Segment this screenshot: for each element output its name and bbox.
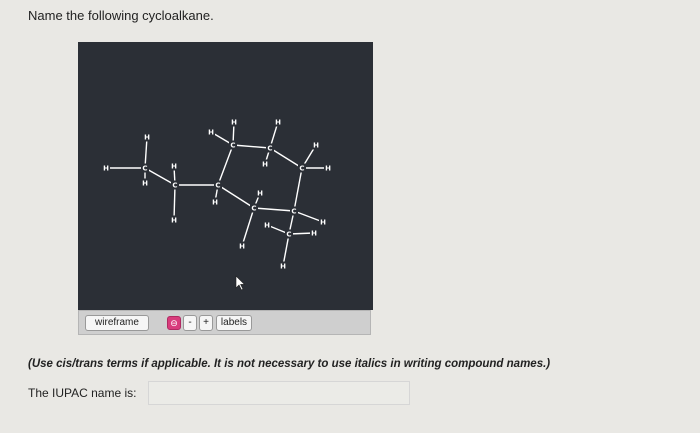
iupac-name-input[interactable]	[148, 381, 410, 405]
atom-h3a: H	[212, 199, 218, 207]
atom-h9b: H	[239, 243, 245, 251]
bond-c6-c7	[293, 167, 303, 212]
atom-h8c: H	[280, 263, 286, 271]
viewer-toolbar: wireframe ⊖ - + labels	[78, 310, 371, 335]
bond-c3-c4	[217, 144, 234, 186]
question-text: Name the following cycloalkane.	[28, 8, 214, 23]
molecule-viewer[interactable]: CHHHCHHCHCHHCHHCHHCHCHHHCHH	[78, 42, 373, 310]
zoom-out-button[interactable]: -	[183, 315, 197, 331]
labels-button[interactable]: labels	[216, 315, 252, 331]
atom-h6b: H	[325, 165, 331, 173]
answer-label: The IUPAC name is:	[28, 386, 137, 400]
atom-h4a: H	[208, 129, 214, 137]
bond-c1-h1b	[144, 136, 148, 169]
bond-c9-h9b	[241, 207, 255, 247]
toggle-icon[interactable]: ⊖	[167, 316, 181, 330]
atom-c4: C	[230, 142, 235, 150]
page: Name the following cycloalkane. CHHHCHHC…	[0, 0, 700, 433]
bond-c7-c9	[253, 207, 295, 212]
atom-h6a: H	[313, 142, 319, 150]
bond-c1-c2	[144, 167, 176, 186]
atom-h7a: H	[320, 219, 326, 227]
wireframe-button[interactable]: wireframe	[85, 315, 149, 331]
atom-c5: C	[267, 145, 272, 153]
atom-h8b: H	[311, 230, 317, 238]
bond-c5-c6	[269, 147, 303, 169]
bond-layer	[106, 121, 328, 267]
atom-h4b: H	[231, 119, 237, 127]
atom-c7: C	[291, 208, 296, 216]
bond-c3-c9	[217, 184, 255, 209]
bond-c8-h8c	[282, 233, 290, 267]
atom-h9a: H	[257, 190, 263, 198]
atom-h2a: H	[171, 163, 177, 171]
atom-h1a: H	[103, 165, 109, 173]
atom-c6: C	[299, 165, 304, 173]
pointer-arrow-icon	[235, 275, 246, 291]
instruction-note: (Use cis/trans terms if applicable. It i…	[28, 358, 551, 370]
bond-c2-h2b	[173, 184, 176, 221]
atom-h8a: H	[264, 222, 270, 230]
atom-c3: C	[215, 182, 220, 190]
bond-c4-c5	[232, 144, 271, 149]
bond-c7-h7a	[293, 210, 324, 223]
zoom-in-button[interactable]: +	[199, 315, 213, 331]
atom-c9: C	[251, 205, 256, 213]
molecule-canvas[interactable]: CHHH CHHCHCHHCHH CHHCHCHHHCHH	[78, 42, 373, 310]
atom-h1b: H	[144, 134, 150, 142]
atom-c1: C	[142, 165, 147, 173]
atom-c2: C	[172, 182, 177, 190]
atom-h1c: H	[142, 180, 148, 188]
atom-c8: C	[286, 231, 291, 239]
atom-h2b: H	[171, 217, 177, 225]
atom-h5b: H	[262, 161, 268, 169]
atom-h5a: H	[275, 119, 281, 127]
